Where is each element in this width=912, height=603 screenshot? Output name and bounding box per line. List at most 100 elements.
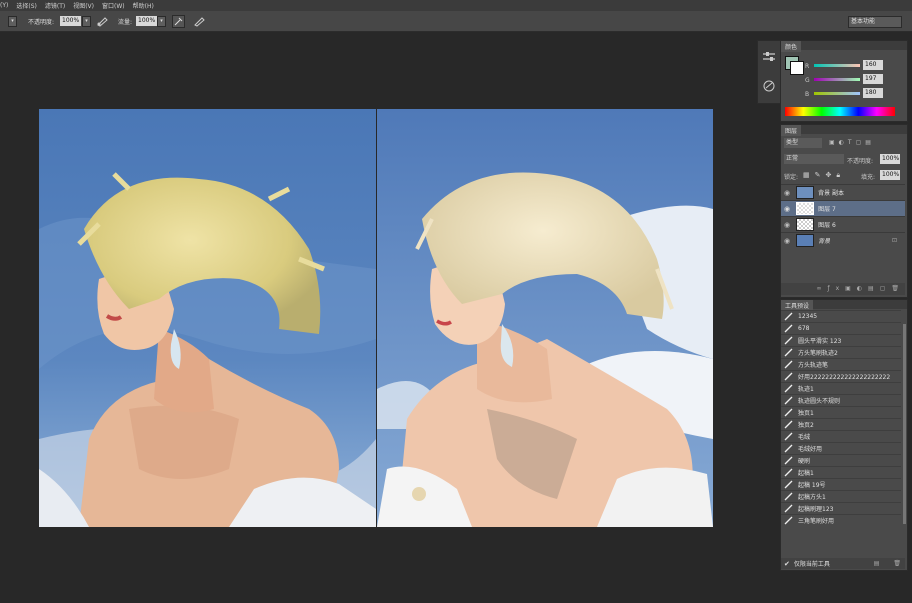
- current-tool-only-label: 仅限当前工具: [793, 561, 830, 568]
- visibility-eye-icon[interactable]: ◉: [784, 205, 790, 213]
- pressure-opacity-icon[interactable]: [96, 15, 108, 29]
- g-label: G: [805, 77, 810, 84]
- list-item[interactable]: 起稿刷理123: [781, 502, 901, 514]
- delete-preset-icon[interactable]: 🗑︎: [893, 560, 901, 567]
- new-preset-icon[interactable]: ▤: [874, 560, 880, 567]
- pressure-size-icon[interactable]: [193, 15, 205, 29]
- brush-icon: [784, 312, 793, 321]
- list-item[interactable]: 硬刷: [781, 454, 901, 466]
- visibility-eye-icon[interactable]: ◉: [784, 189, 790, 197]
- lock-icons[interactable]: ▦✎✥🔒︎: [803, 171, 845, 180]
- blend-mode-dropdown[interactable]: 正常: [784, 154, 844, 164]
- preset-label: 轨迹1: [798, 386, 814, 393]
- layer-opacity-label: 不透明度:: [847, 158, 874, 165]
- list-item[interactable]: 三角笔刷好用: [781, 514, 901, 526]
- flow-field[interactable]: 100%: [136, 16, 158, 26]
- layer-thumbnail: [796, 186, 815, 199]
- menu-item-filter[interactable]: 滤镜(T): [45, 1, 65, 10]
- menu-item-window[interactable]: 窗口(W): [102, 1, 125, 10]
- preset-label: 圆头平滑实 123: [798, 338, 842, 345]
- layer-filter-icons[interactable]: ▣◐T▢▤: [829, 139, 905, 147]
- workspace-switcher[interactable]: 基本功能: [848, 16, 902, 28]
- airbrush-icon[interactable]: [172, 15, 185, 28]
- list-item[interactable]: 起稿1: [781, 466, 901, 478]
- opacity-field[interactable]: 100%: [60, 16, 82, 26]
- layer-row[interactable]: ◉ 图层 6: [781, 216, 905, 232]
- b-value[interactable]: 180: [863, 88, 883, 98]
- brush-icon: [784, 480, 793, 489]
- list-item[interactable]: 圆头平滑实 123: [781, 334, 901, 346]
- list-item[interactable]: 起稿 19号: [781, 478, 901, 490]
- layers-panel-tab[interactable]: 图层: [781, 125, 802, 136]
- brush-icon: [784, 432, 793, 441]
- list-item[interactable]: 毛绒好用: [781, 442, 901, 454]
- visibility-eye-icon[interactable]: ◉: [784, 237, 790, 245]
- color-spectrum-bar[interactable]: [785, 107, 895, 116]
- layers-footer-buttons[interactable]: ∞ƒx▣◐▤▢🗑︎: [781, 283, 905, 295]
- flow-label: 流量:: [118, 19, 133, 26]
- list-item[interactable]: 方头轨迹笔: [781, 358, 901, 370]
- layer-row[interactable]: ◉ 背景 ⊡: [781, 232, 905, 248]
- layer-row-selected[interactable]: ◉ 图层 7: [781, 200, 905, 216]
- current-tool-only-checkbox[interactable]: ✔: [784, 560, 790, 568]
- preset-label: 三角笔刷好用: [798, 518, 835, 525]
- g-value[interactable]: 197: [863, 74, 883, 84]
- brush-icon: [784, 408, 793, 417]
- brush-icon: [784, 420, 793, 429]
- reference-photo-image[interactable]: [377, 109, 713, 527]
- menu-bar: (Y) 选择(S) 滤镜(T) 视图(V) 窗口(W) 帮助(H): [0, 0, 912, 11]
- g-slider[interactable]: [814, 78, 860, 81]
- brush-icon: [784, 324, 793, 333]
- list-item[interactable]: 678: [781, 322, 901, 334]
- brush-icon: [784, 336, 793, 345]
- preset-dropdown-arrow[interactable]: ▾: [8, 16, 17, 27]
- brush-icon: [784, 504, 793, 513]
- preset-label: 好用222222222222222222222: [798, 374, 891, 381]
- list-item[interactable]: 好用222222222222222222222: [781, 370, 901, 382]
- fill-field[interactable]: 100%: [880, 170, 900, 180]
- preset-list: 12345 678 圆头平滑实 123 方头笔刷轨迹2 方头轨迹笔 好用2222…: [781, 310, 903, 558]
- background-color-swatch[interactable]: [790, 61, 804, 75]
- visibility-eye-icon[interactable]: ◉: [784, 221, 790, 229]
- list-item[interactable]: 毛绒: [781, 430, 901, 442]
- list-item[interactable]: 独页2: [781, 418, 901, 430]
- r-slider[interactable]: [814, 64, 860, 67]
- layer-thumbnail: [796, 218, 815, 231]
- layer-opacity-field[interactable]: 100%: [880, 154, 900, 164]
- list-item[interactable]: 独页1: [781, 406, 901, 418]
- adjustments-icon[interactable]: [762, 51, 776, 65]
- layer-name: 图层 7: [818, 206, 836, 213]
- flow-dropdown-arrow[interactable]: ▾: [157, 16, 166, 27]
- brush-icon: [784, 456, 793, 465]
- layers-panel-header: 图层: [781, 125, 907, 136]
- menu-item-layer[interactable]: (Y): [0, 2, 8, 9]
- layer-thumbnail: [796, 202, 815, 215]
- list-item[interactable]: 方头笔刷轨迹2: [781, 346, 901, 358]
- b-slider[interactable]: [814, 92, 860, 95]
- layer-kind-filter[interactable]: 类型: [784, 138, 822, 148]
- brush-icon: [784, 396, 793, 405]
- layers-panel: 图层 类型 ▣◐T▢▤ 正常 不透明度: 100% 锁定: ▦✎✥🔒︎ 填充: …: [780, 124, 908, 298]
- layer-row[interactable]: ◉ 背景 副本: [781, 184, 905, 200]
- list-item[interactable]: 轨迹1: [781, 382, 901, 394]
- menu-item-view[interactable]: 视图(V): [73, 1, 94, 10]
- preset-label: 方头轨迹笔: [798, 362, 829, 369]
- list-item[interactable]: 起稿方头1: [781, 490, 901, 502]
- list-item[interactable]: 轨迹圆头不规则: [781, 394, 901, 406]
- collapsed-panel-strip: [757, 40, 781, 104]
- list-item[interactable]: 12345: [781, 310, 901, 322]
- preset-list-scrollbar[interactable]: [903, 324, 906, 524]
- layer-name: 图层 6: [818, 222, 836, 229]
- color-panel-tab[interactable]: 颜色: [781, 41, 802, 52]
- menu-item-select[interactable]: 选择(S): [16, 1, 37, 10]
- brush-icon: [784, 348, 793, 357]
- b-label: B: [805, 91, 810, 98]
- presets-footer: ✔ 仅限当前工具 ▤ 🗑︎: [781, 558, 905, 569]
- brush-presets-icon[interactable]: [762, 79, 776, 95]
- opacity-dropdown-arrow[interactable]: ▾: [82, 16, 91, 27]
- color-panel: 颜色 R 160 G 197 B 180: [780, 40, 908, 122]
- menu-item-help[interactable]: 帮助(H): [133, 1, 154, 10]
- r-value[interactable]: 160: [863, 60, 883, 70]
- painting-canvas-image[interactable]: [39, 109, 376, 527]
- preset-label: 起稿1: [798, 470, 814, 477]
